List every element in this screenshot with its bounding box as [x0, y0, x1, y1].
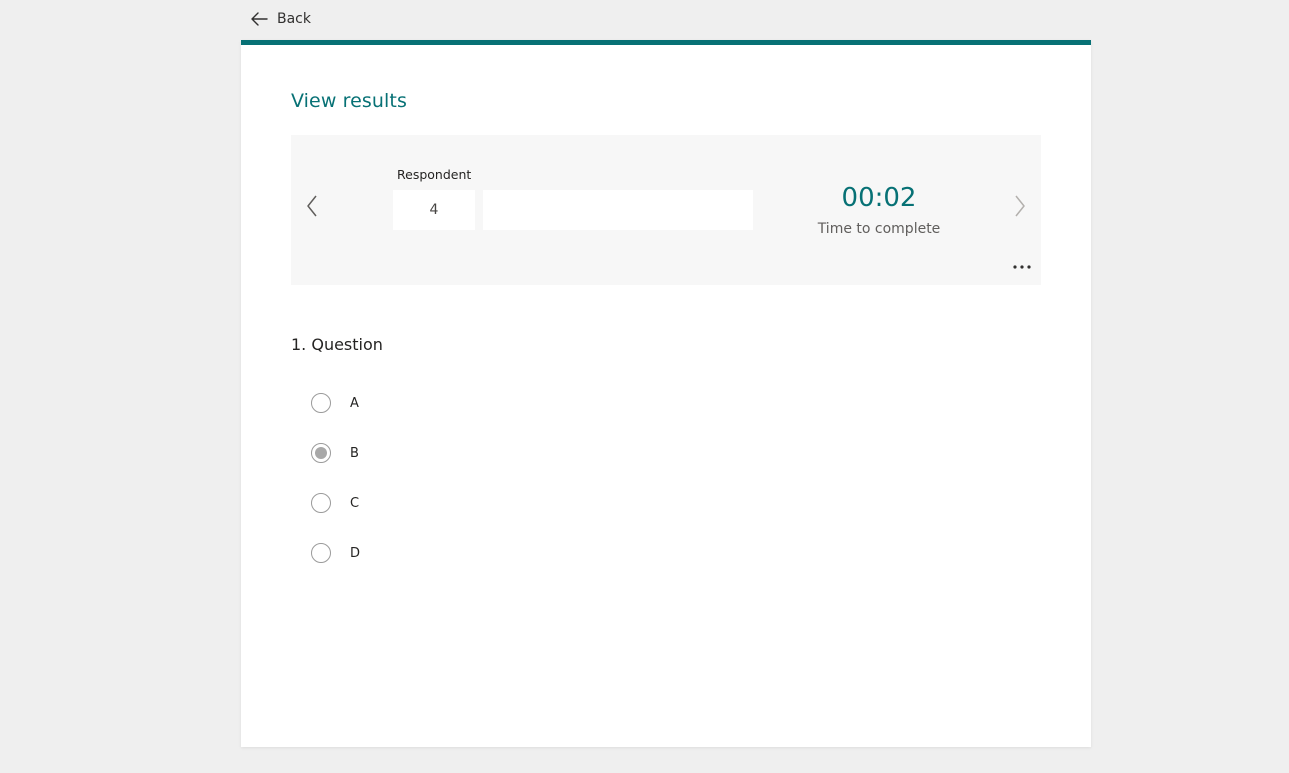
question-title: 1. Question	[291, 335, 383, 354]
radio-button[interactable]	[311, 393, 331, 413]
page: Back View results Respondent 00:02 Time …	[0, 0, 1289, 773]
option-c[interactable]: C	[311, 478, 360, 528]
option-b[interactable]: B	[311, 428, 360, 478]
completion-time-label: Time to complete	[817, 221, 941, 237]
results-card: View results Respondent 00:02 Time to co…	[241, 40, 1091, 747]
chevron-right-icon	[1014, 195, 1026, 221]
more-options-button[interactable]	[1007, 253, 1037, 273]
ellipsis-icon	[1013, 254, 1031, 273]
radio-button[interactable]	[311, 443, 331, 463]
page-title: View results	[291, 90, 407, 112]
radio-button[interactable]	[311, 543, 331, 563]
chevron-left-icon	[306, 195, 318, 221]
arrow-left-icon	[250, 11, 268, 27]
option-label: C	[350, 495, 360, 511]
previous-respondent-button[interactable]	[299, 193, 325, 223]
option-label: B	[350, 445, 359, 461]
option-d[interactable]: D	[311, 528, 360, 578]
back-button[interactable]: Back	[250, 8, 311, 30]
radio-button[interactable]	[311, 493, 331, 513]
next-respondent-button[interactable]	[1007, 193, 1033, 223]
answer-options: A B C D	[311, 378, 360, 578]
respondent-label: Respondent	[397, 167, 472, 182]
respondent-panel: Respondent 00:02 Time to complete	[291, 135, 1041, 285]
option-label: D	[350, 545, 361, 561]
respondent-number-input[interactable]	[393, 190, 475, 230]
option-label: A	[350, 395, 359, 411]
respondent-name-field[interactable]	[483, 190, 753, 230]
back-label: Back	[277, 11, 311, 27]
completion-time-value: 00:02	[841, 183, 917, 213]
option-a[interactable]: A	[311, 378, 360, 428]
